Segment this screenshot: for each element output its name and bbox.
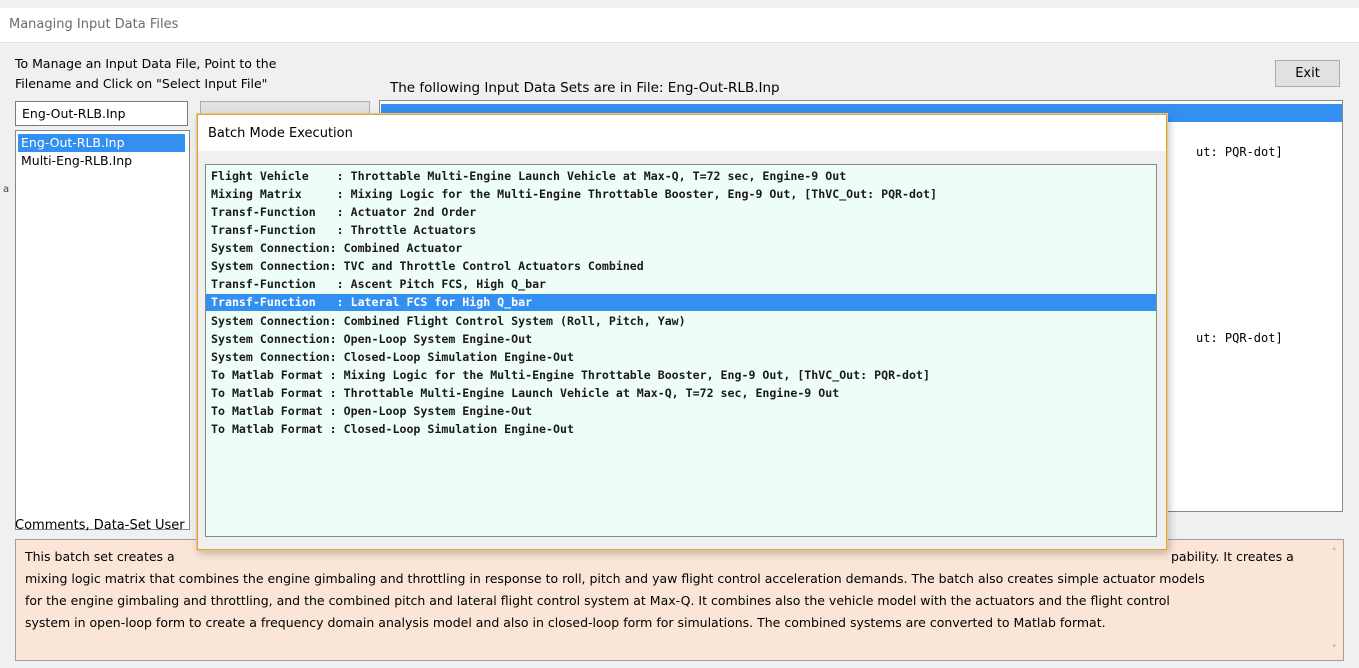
- window-title: Managing Input Data Files: [9, 17, 179, 32]
- batch-item[interactable]: System Connection: Combined Actuator: [206, 240, 1156, 257]
- batch-mode-dialog: Batch Mode Execution Flight Vehicle : Th…: [197, 114, 1167, 550]
- batch-item[interactable]: Mixing Matrix : Mixing Logic for the Mul…: [206, 186, 1156, 203]
- dialog-title-bar: Batch Mode Execution: [198, 115, 1166, 151]
- comment-line-2: mixing logic matrix that combines the en…: [25, 571, 1205, 586]
- file-item[interactable]: Multi-Eng-RLB.Inp: [18, 152, 185, 170]
- batch-item[interactable]: Transf-Function : Actuator 2nd Order: [206, 204, 1156, 221]
- file-item[interactable]: Eng-Out-RLB.Inp: [18, 134, 185, 152]
- comment-line-1-start: This batch set creates a: [25, 549, 175, 564]
- dataset-item-fragment[interactable]: ut: PQR-dot]: [1196, 145, 1283, 159]
- exit-button[interactable]: Exit: [1275, 60, 1340, 87]
- comments-textarea[interactable]: This batch set creates a pability. It cr…: [15, 539, 1344, 661]
- batch-item[interactable]: To Matlab Format : Throttable Multi-Engi…: [206, 385, 1156, 402]
- title-bar: Managing Input Data Files: [0, 8, 1359, 43]
- dialog-title: Batch Mode Execution: [208, 126, 353, 141]
- batch-item[interactable]: To Matlab Format : Mixing Logic for the …: [206, 367, 1156, 384]
- file-list[interactable]: Eng-Out-RLB.Inp Multi-Eng-RLB.Inp: [15, 130, 190, 530]
- instruction-line-2: Filename and Click on "Select Input File…: [15, 76, 268, 91]
- scroll-up-icon[interactable]: ˄: [1332, 546, 1338, 559]
- dataset-item-fragment[interactable]: ut: PQR-dot]: [1196, 331, 1283, 345]
- batch-item[interactable]: Flight Vehicle : Throttable Multi-Engine…: [206, 168, 1156, 185]
- side-mark: a: [3, 184, 10, 195]
- batch-item[interactable]: To Matlab Format : Closed-Loop Simulatio…: [206, 421, 1156, 438]
- batch-item-list[interactable]: Flight Vehicle : Throttable Multi-Engine…: [205, 164, 1157, 537]
- scroll-down-icon[interactable]: ˅: [1332, 643, 1338, 656]
- datasets-heading: The following Input Data Sets are in Fil…: [390, 80, 780, 96]
- instruction-line-1: To Manage an Input Data File, Point to t…: [15, 56, 277, 71]
- batch-item[interactable]: To Matlab Format : Open-Loop System Engi…: [206, 403, 1156, 420]
- batch-item[interactable]: Transf-Function : Throttle Actuators: [206, 222, 1156, 239]
- batch-item[interactable]: System Connection: Combined Flight Contr…: [206, 313, 1156, 330]
- comment-line-1-end: pability. It creates a: [1171, 549, 1294, 564]
- batch-item[interactable]: System Connection: TVC and Throttle Cont…: [206, 258, 1156, 275]
- batch-item[interactable]: System Connection: Closed-Loop Simulatio…: [206, 349, 1156, 366]
- comment-line-3: for the engine gimbaling and throttling,…: [25, 593, 1170, 608]
- comments-label: Comments, Data-Set User: [15, 518, 185, 533]
- batch-item-selected[interactable]: Transf-Function : Lateral FCS for High Q…: [206, 294, 1156, 311]
- batch-item[interactable]: Transf-Function : Ascent Pitch FCS, High…: [206, 276, 1156, 293]
- batch-item[interactable]: System Connection: Open-Loop System Engi…: [206, 331, 1156, 348]
- dataset-item-tail: launch vehicle: [1179, 124, 1281, 138]
- file-name-input[interactable]: Eng-Out-RLB.Inp: [15, 101, 188, 126]
- comment-line-4: system in open-loop form to create a fre…: [25, 615, 1106, 630]
